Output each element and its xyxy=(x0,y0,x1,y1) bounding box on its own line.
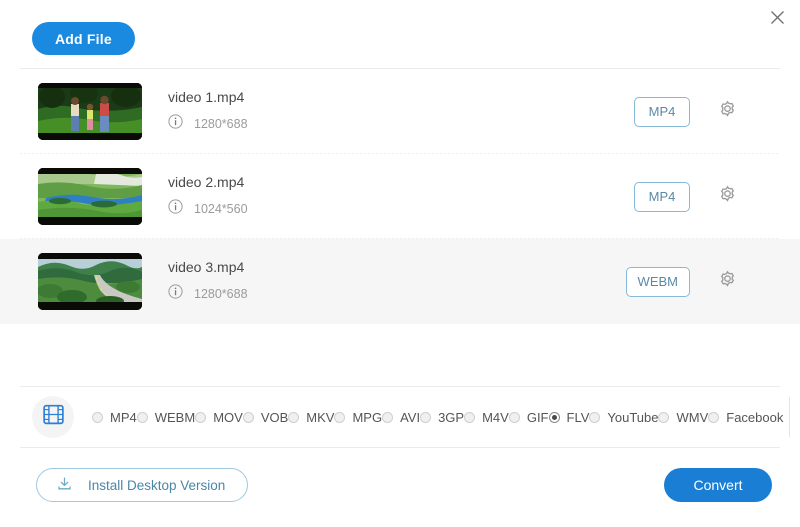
close-icon xyxy=(768,8,787,27)
file-info: video 2.mp4 1024*560 xyxy=(168,174,634,219)
format-label: Facebook xyxy=(726,410,783,425)
gear-icon xyxy=(717,99,738,125)
video-thumbnail[interactable] xyxy=(38,83,142,140)
radio-icon xyxy=(288,412,299,423)
format-label: M4V xyxy=(482,410,509,425)
radio-icon xyxy=(549,412,560,423)
radio-icon xyxy=(420,412,431,423)
format-option-facebook[interactable]: Facebook xyxy=(708,410,783,425)
format-option-mp4[interactable]: MP4 xyxy=(92,410,137,425)
format-label: MKV xyxy=(306,410,334,425)
format-label: MPG xyxy=(352,410,382,425)
format-option-mpg[interactable]: MPG xyxy=(334,410,382,425)
info-icon[interactable] xyxy=(168,284,183,304)
radio-icon xyxy=(658,412,669,423)
film-strip-icon xyxy=(41,402,66,432)
format-option-mkv[interactable]: MKV xyxy=(288,410,334,425)
radio-icon xyxy=(509,412,520,423)
output-format-badge[interactable]: MP4 xyxy=(634,97,690,127)
green-landscape-with-river-icon xyxy=(38,168,142,225)
toolbar: Add File xyxy=(0,0,800,55)
format-label: WEBM xyxy=(155,410,195,425)
table-row[interactable]: video 1.mp4 1280*688 MP4 xyxy=(0,69,800,154)
radio-icon xyxy=(382,412,393,423)
file-info: video 1.mp4 1280*688 xyxy=(168,89,634,134)
output-format-panel: MP4 WEBM MOV VOB MKV MPG AVI 3GP M4V GIF… xyxy=(20,386,780,448)
file-dimensions: 1024*560 xyxy=(194,202,248,216)
file-name: video 1.mp4 xyxy=(168,89,634,105)
format-option-flv[interactable]: FLV xyxy=(549,410,590,425)
format-label: FLV xyxy=(567,410,590,425)
download-icon xyxy=(55,474,74,496)
convert-button[interactable]: Convert xyxy=(664,468,772,502)
gear-icon xyxy=(717,184,738,210)
format-option-webm[interactable]: WEBM xyxy=(137,410,195,425)
panel-divider xyxy=(789,397,790,437)
format-option-youtube[interactable]: YouTube xyxy=(589,410,658,425)
format-option-wmv[interactable]: WMV xyxy=(658,410,708,425)
video-converter-window: Add File xyxy=(0,0,800,527)
install-desktop-version-button[interactable]: Install Desktop Version xyxy=(36,468,248,502)
radio-icon xyxy=(589,412,600,423)
table-row[interactable]: video 3.mp4 1280*688 WEBM xyxy=(0,239,800,324)
format-option-3gp[interactable]: 3GP xyxy=(420,410,464,425)
file-name: video 2.mp4 xyxy=(168,174,634,190)
radio-icon xyxy=(137,412,148,423)
format-radio-group: MP4 WEBM MOV VOB MKV MPG AVI 3GP M4V GIF… xyxy=(92,405,783,429)
info-icon[interactable] xyxy=(168,114,183,134)
output-format-badge[interactable]: WEBM xyxy=(626,267,690,297)
format-option-avi[interactable]: AVI xyxy=(382,410,420,425)
settings-button[interactable] xyxy=(714,184,740,210)
file-dimensions: 1280*688 xyxy=(194,117,248,131)
video-formats-button[interactable] xyxy=(32,396,74,438)
format-option-vob[interactable]: VOB xyxy=(243,410,288,425)
radio-icon xyxy=(195,412,206,423)
footer: Install Desktop Version Convert xyxy=(0,449,800,527)
format-label: WMV xyxy=(676,410,708,425)
format-label: GIF xyxy=(527,410,549,425)
format-label: AVI xyxy=(400,410,420,425)
radio-icon xyxy=(464,412,475,423)
gear-icon xyxy=(717,269,738,295)
add-file-button[interactable]: Add File xyxy=(32,22,135,55)
format-option-mov[interactable]: MOV xyxy=(195,410,243,425)
format-option-gif[interactable]: GIF xyxy=(509,410,549,425)
close-button[interactable] xyxy=(762,2,792,32)
file-info: video 3.mp4 1280*688 xyxy=(168,259,626,304)
radio-icon xyxy=(334,412,345,423)
format-label: VOB xyxy=(261,410,288,425)
format-label: MOV xyxy=(213,410,243,425)
format-label: YouTube xyxy=(607,410,658,425)
info-icon[interactable] xyxy=(168,199,183,219)
three-people-in-green-field-icon xyxy=(38,83,142,140)
radio-icon xyxy=(92,412,103,423)
table-row[interactable]: video 2.mp4 1024*560 MP4 xyxy=(0,154,800,239)
video-thumbnail[interactable] xyxy=(38,253,142,310)
settings-button[interactable] xyxy=(714,99,740,125)
winding-road-through-hills-icon xyxy=(38,253,142,310)
output-format-badge[interactable]: MP4 xyxy=(634,182,690,212)
video-thumbnail[interactable] xyxy=(38,168,142,225)
file-dimensions: 1280*688 xyxy=(194,287,248,301)
format-option-m4v[interactable]: M4V xyxy=(464,410,509,425)
format-label: MP4 xyxy=(110,410,137,425)
settings-button[interactable] xyxy=(714,269,740,295)
install-button-label: Install Desktop Version xyxy=(88,478,225,493)
radio-icon xyxy=(708,412,719,423)
format-label: 3GP xyxy=(438,410,464,425)
radio-icon xyxy=(243,412,254,423)
file-name: video 3.mp4 xyxy=(168,259,626,275)
file-list: video 1.mp4 1280*688 MP4 xyxy=(0,69,800,324)
